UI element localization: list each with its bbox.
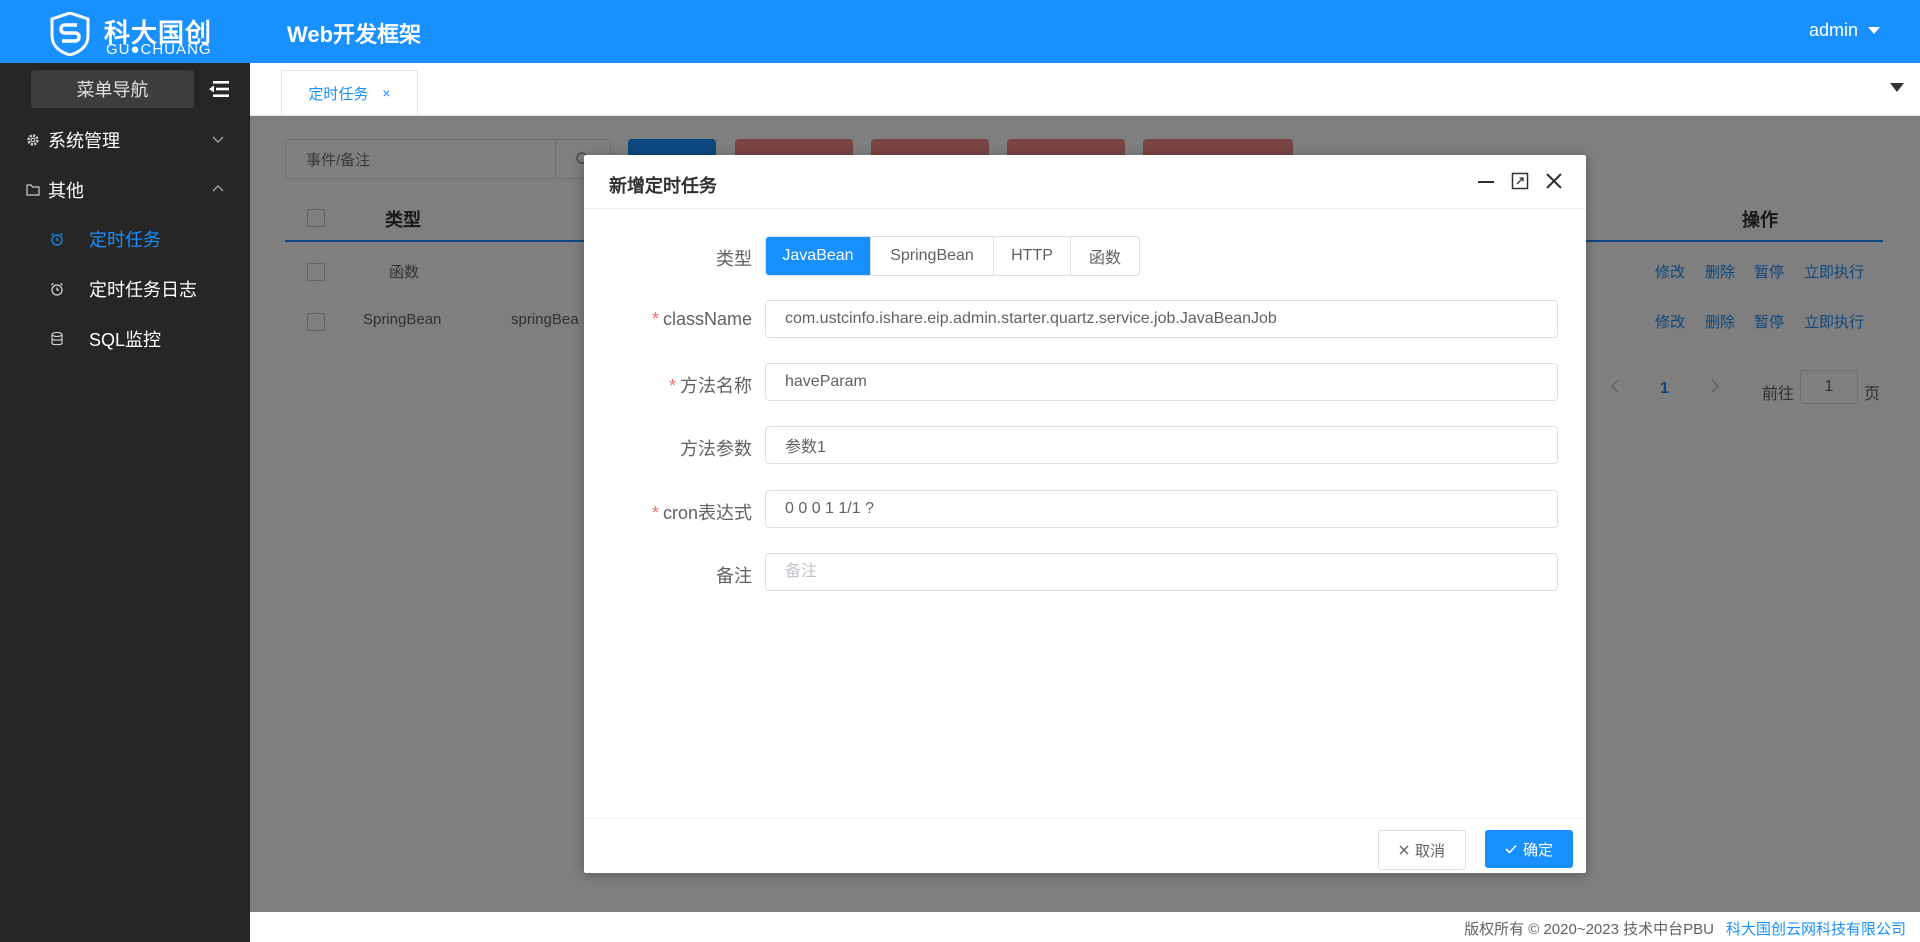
tabs-bar: 定时任务 ×	[250, 63, 1920, 116]
type-option-springbean[interactable]: SpringBean	[870, 237, 993, 275]
type-option-function[interactable]: 函数	[1070, 237, 1139, 275]
type-option-javabean[interactable]: JavaBean	[766, 237, 870, 275]
required-mark: *	[651, 309, 659, 329]
type-segmented-control: JavaBean SpringBean HTTP 函数	[765, 236, 1140, 276]
cron-expression-input[interactable]	[765, 490, 1558, 528]
folder-icon	[24, 181, 42, 199]
chevron-down-icon	[212, 136, 224, 143]
close-icon[interactable]: ×	[382, 85, 390, 101]
sidebar-item-label: 定时任务	[89, 230, 161, 250]
form-row-cron: * cron表达式	[584, 490, 1586, 530]
sidebar-item-sql-monitor[interactable]: SQL监控	[0, 318, 250, 360]
company-link[interactable]: 科大国创云网科技有限公司	[1726, 921, 1906, 938]
alarm-clock-icon	[49, 281, 65, 297]
top-header: 科大国创 GU●CHUANG Web开发框架 admin	[0, 0, 1920, 63]
method-params-input[interactable]	[765, 426, 1558, 464]
gear-icon	[24, 131, 42, 149]
sidebar-group-system-management[interactable]: 系统管理	[0, 119, 250, 161]
field-label-type: 类型	[716, 249, 752, 269]
required-mark: *	[668, 376, 676, 396]
sidebar-group-label: 其他	[48, 181, 84, 201]
footer-text: 版权所有 © 2020~2023 技术中台PBU 科大国创云网科技有限公司	[1464, 918, 1906, 939]
field-label-cron: * cron表达式	[651, 503, 752, 523]
close-icon[interactable]	[1544, 171, 1564, 191]
sidebar-group-label: 系统管理	[48, 131, 120, 151]
app-title: Web开发框架	[287, 22, 422, 47]
dialog-header-divider	[584, 208, 1586, 209]
form-row-classname: * className	[584, 300, 1586, 340]
dialog-footer-divider	[584, 818, 1586, 819]
username: admin	[1808, 20, 1858, 40]
form-row-remark: 备注	[584, 553, 1586, 593]
chevron-up-icon	[212, 185, 224, 192]
confirm-button[interactable]: 确定	[1485, 830, 1573, 868]
method-name-input[interactable]	[765, 363, 1558, 401]
sidebar-item-label: SQL监控	[89, 330, 162, 350]
confirm-label: 确定	[1522, 841, 1553, 859]
shield-logo-icon	[50, 12, 90, 56]
user-menu[interactable]: admin	[1809, 20, 1880, 41]
remark-input[interactable]	[765, 553, 1558, 591]
logo[interactable]: 科大国创 GU●CHUANG	[50, 10, 230, 58]
minimize-icon[interactable]	[1476, 171, 1496, 191]
cancel-label: 取消	[1414, 842, 1445, 860]
sidebar-group-other[interactable]: 其他	[0, 169, 250, 211]
type-option-http[interactable]: HTTP	[993, 237, 1070, 275]
field-label-method-params: 方法参数	[680, 439, 752, 459]
cancel-button[interactable]: 取消	[1378, 830, 1466, 870]
menu-nav-button[interactable]: 菜单导航	[31, 70, 194, 108]
form-row-method-name: * 方法名称	[584, 363, 1586, 403]
close-icon	[1399, 845, 1409, 855]
form-row-type: 类型 JavaBean SpringBean HTTP 函数	[584, 236, 1586, 276]
logo-english-text: GU●CHUANG	[106, 41, 212, 58]
tabs-dropdown-icon[interactable]	[1890, 83, 1904, 92]
database-icon	[49, 331, 65, 347]
form-row-method-params: 方法参数	[584, 426, 1586, 466]
required-mark: *	[651, 503, 659, 523]
dialog-title: 新增定时任务	[609, 176, 717, 196]
add-scheduled-task-dialog: 新增定时任务 类型 JavaBean SpringBean HTTP 函数 * c…	[584, 155, 1586, 873]
caret-down-icon	[1868, 27, 1880, 34]
check-icon	[1505, 844, 1517, 854]
alarm-clock-icon	[49, 231, 65, 247]
footer: 版权所有 © 2020~2023 技术中台PBU 科大国创云网科技有限公司	[250, 912, 1920, 942]
classname-input[interactable]	[765, 300, 1558, 338]
field-label-method-name: * 方法名称	[668, 376, 752, 396]
field-label-classname: * className	[651, 309, 752, 329]
maximize-icon[interactable]	[1510, 171, 1530, 191]
dialog-controls	[1476, 171, 1564, 191]
sidebar-item-scheduled-task-log[interactable]: 定时任务日志	[0, 268, 250, 310]
menu-collapse-icon[interactable]	[208, 79, 230, 99]
sidebar: 菜单导航 系统管理 其他 定时任务 定时任务日志 SQL监控	[0, 63, 250, 942]
sidebar-item-scheduled-tasks[interactable]: 定时任务	[0, 218, 250, 260]
copyright-text: 版权所有 © 2020~2023 技术中台PBU	[1464, 921, 1714, 938]
sidebar-item-label: 定时任务日志	[89, 280, 197, 300]
tab-scheduled-tasks[interactable]: 定时任务 ×	[281, 70, 418, 115]
field-label-remark: 备注	[716, 566, 752, 586]
tab-label: 定时任务	[308, 85, 369, 103]
